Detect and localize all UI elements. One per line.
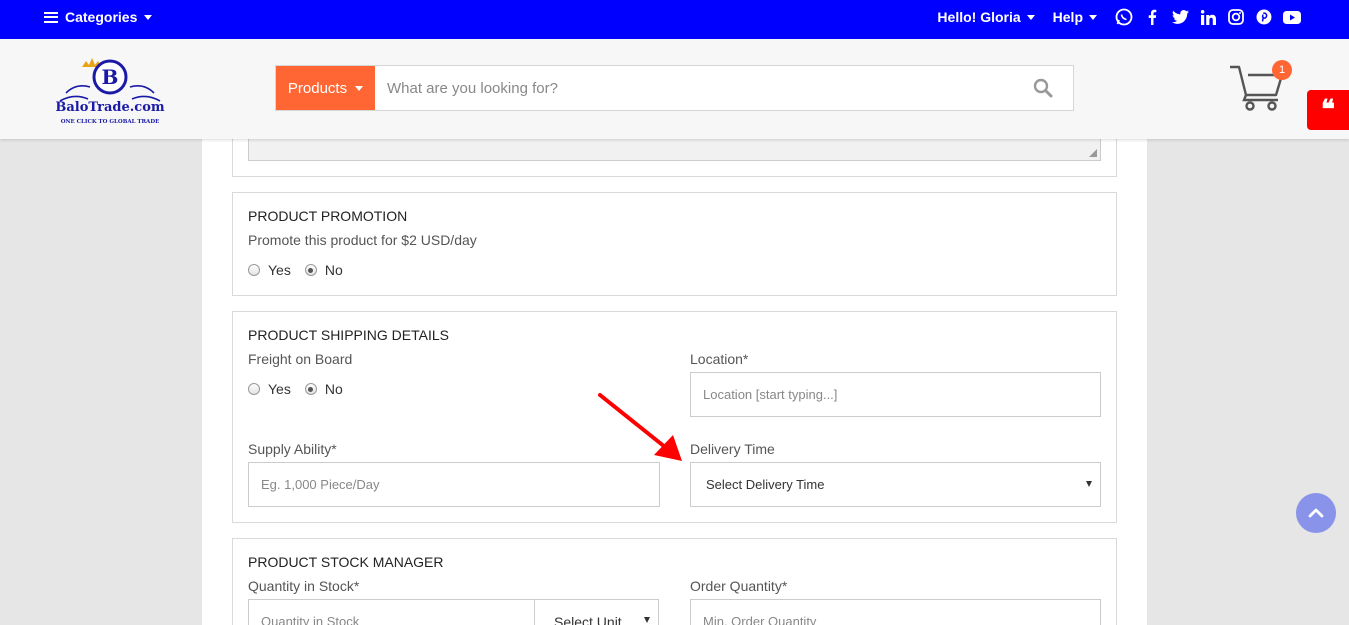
twitter-icon[interactable] (1171, 8, 1189, 26)
search-button[interactable] (1013, 66, 1073, 110)
location-field (690, 372, 1101, 417)
radio-button-selected[interactable] (304, 264, 317, 276)
option-label: Yes (268, 381, 291, 397)
whatsapp-icon[interactable] (1115, 8, 1133, 26)
scroll-to-top-button[interactable] (1296, 493, 1336, 533)
promotion-option-yes[interactable]: Yes (248, 262, 291, 278)
quote-icon: ❝ (1321, 95, 1335, 125)
site-logo[interactable]: B BaloTrade.com ONE CLICK TO GLOBAL TRAD… (48, 53, 172, 127)
chevron-down-icon (1089, 14, 1097, 20)
quantity-input[interactable] (249, 600, 534, 625)
quote-request-tab[interactable]: ❝ (1307, 90, 1349, 130)
annotation-arrow-icon (598, 393, 682, 461)
unit-value: Select Unit (554, 613, 622, 625)
location-input[interactable] (691, 373, 1100, 416)
delivery-time-value: Select Delivery Time (706, 477, 825, 492)
search-input[interactable] (375, 66, 1013, 110)
supply-ability-label: Supply Ability* (248, 441, 337, 457)
fob-option-no[interactable]: No (304, 381, 343, 397)
location-label: Location* (690, 351, 749, 367)
greeting-label: Hello! Gloria (937, 9, 1021, 25)
logo-tagline: ONE CLICK TO GLOBAL TRADE (61, 119, 160, 125)
fob-radio-group: Yes No (248, 381, 357, 397)
delivery-time-select[interactable]: Select Delivery Time (690, 462, 1101, 507)
account-menu[interactable]: Hello! Gloria (937, 9, 1035, 25)
help-label: Help (1052, 9, 1083, 25)
section-title: PRODUCT SHIPPING DETAILS (248, 327, 449, 343)
supply-ability-input[interactable] (249, 463, 659, 506)
section-title: PRODUCT STOCK MANAGER (248, 554, 444, 570)
youtube-icon[interactable] (1283, 8, 1301, 26)
delivery-time-label: Delivery Time (690, 441, 775, 457)
dropdown-arrow-icon (644, 617, 650, 623)
chevron-down-icon (1026, 14, 1035, 20)
search-icon (1033, 78, 1053, 98)
order-quantity-input[interactable] (691, 600, 1100, 625)
help-menu[interactable]: Help (1053, 9, 1097, 25)
order-quantity-field (690, 599, 1101, 625)
categories-label: Categories (65, 9, 138, 25)
facebook-icon[interactable] (1143, 8, 1161, 26)
linkedin-icon[interactable] (1199, 8, 1217, 26)
dropdown-arrow-icon (1086, 481, 1092, 487)
top-right-nav: Hello! Gloria Help (937, 8, 1301, 26)
logo-letter: B (102, 65, 119, 89)
promotion-description: Promote this product for $2 USD/day (248, 232, 477, 248)
quantity-field (248, 599, 535, 625)
logo-name: BaloTrade.com (55, 100, 164, 115)
product-promotion-section: PRODUCT PROMOTION Promote this product f… (232, 192, 1117, 296)
option-label: Yes (268, 262, 291, 278)
chevron-up-icon (1308, 508, 1324, 518)
product-stock-section: PRODUCT STOCK MANAGER Quantity in Stock*… (232, 538, 1117, 625)
instagram-icon[interactable] (1227, 8, 1245, 26)
chevron-down-icon (355, 85, 364, 91)
search-category-dropdown[interactable]: Products (276, 66, 375, 110)
categories-menu[interactable]: Categories (44, 9, 153, 25)
promotion-radio-group: Yes No (248, 262, 357, 278)
quantity-label: Quantity in Stock* (248, 578, 360, 594)
resize-handle-icon (1089, 149, 1097, 157)
fob-label: Freight on Board (248, 351, 353, 367)
top-bar: Categories Hello! Gloria Help (0, 0, 1349, 39)
order-quantity-label: Order Quantity* (690, 578, 788, 594)
option-label: No (324, 262, 343, 278)
chevron-down-icon (144, 14, 153, 20)
supply-ability-field (248, 462, 660, 507)
radio-button[interactable] (248, 383, 260, 395)
hamburger-icon (44, 11, 58, 23)
fob-option-yes[interactable]: Yes (248, 381, 291, 397)
search-category-label: Products (287, 79, 348, 97)
radio-button[interactable] (248, 264, 260, 276)
social-links (1115, 8, 1301, 26)
cart-count-badge: 1 (1272, 60, 1292, 80)
section-title: PRODUCT PROMOTION (248, 208, 408, 224)
search-bar: Products (275, 65, 1074, 111)
radio-button-selected[interactable] (304, 383, 317, 395)
promotion-option-no[interactable]: No (304, 262, 343, 278)
pinterest-icon[interactable] (1255, 8, 1273, 26)
site-header: B BaloTrade.com ONE CLICK TO GLOBAL TRAD… (0, 39, 1349, 139)
unit-select[interactable]: Select Unit (534, 599, 659, 625)
option-label: No (324, 381, 343, 397)
